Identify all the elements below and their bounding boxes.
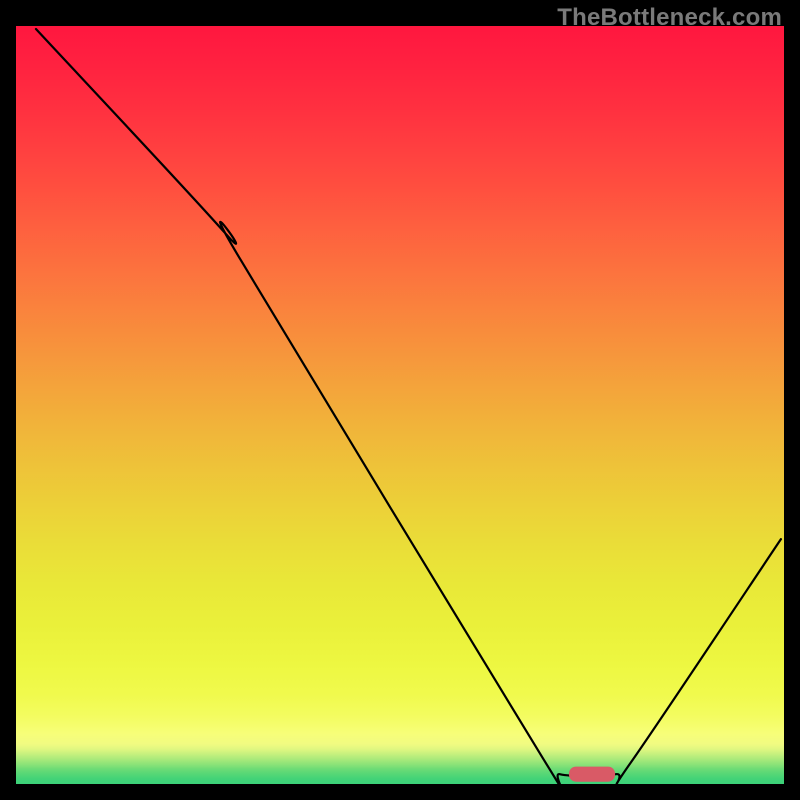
- bottleneck-chart: [16, 26, 784, 784]
- chart-background: [16, 26, 784, 784]
- optimal-marker: [569, 767, 615, 782]
- chart-frame: [16, 26, 784, 784]
- watermark-text: TheBottleneck.com: [557, 4, 782, 32]
